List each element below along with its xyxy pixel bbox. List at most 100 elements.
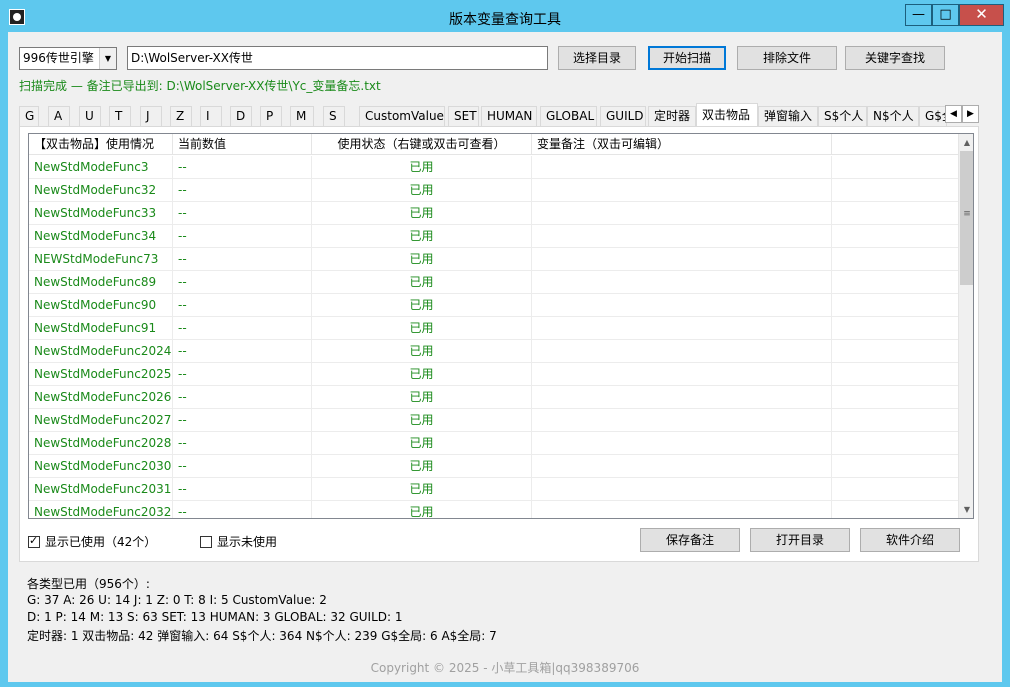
show-used-checkbox[interactable]: 显示已使用（42个） <box>28 533 156 550</box>
column-header-current-value[interactable]: 当前数值 <box>173 134 312 155</box>
cell-variable-name: NewStdModeFunc32 <box>29 179 173 202</box>
table-row[interactable]: NewStdModeFunc32 -- 已用 <box>29 179 958 202</box>
tab-t[interactable]: T <box>109 106 131 127</box>
show-unused-checkbox[interactable]: 显示未使用 <box>200 533 277 550</box>
status-text: 扫描完成 — 备注已导出到: D:\WolServer-XX传世\Yc_变量备忘… <box>19 79 381 93</box>
tab-s[interactable]: S <box>323 106 345 127</box>
about-software-button[interactable]: 软件介绍 <box>860 528 960 552</box>
keyword-search-button[interactable]: 关键字查找 <box>845 46 945 70</box>
cell-variable-name: NewStdModeFunc2026 <box>29 386 173 409</box>
tab-popup-input[interactable]: 弹窗输入 <box>758 106 818 127</box>
table-row[interactable]: NewStdModeFunc2031 -- 已用 <box>29 478 958 501</box>
tab-p[interactable]: P <box>260 106 282 127</box>
table-row[interactable]: NewStdModeFunc2026 -- 已用 <box>29 386 958 409</box>
table-row[interactable]: NewStdModeFunc2027 -- 已用 <box>29 409 958 432</box>
save-notes-button[interactable]: 保存备注 <box>640 528 740 552</box>
tab-set[interactable]: SET <box>448 106 479 127</box>
table-row[interactable]: NewStdModeFunc2032 -- 已用 <box>29 501 958 518</box>
tab-scroll-right-icon[interactable]: ▶ <box>962 105 979 123</box>
cell-current-value: -- <box>173 432 312 455</box>
cell-current-value: -- <box>173 363 312 386</box>
table-row[interactable]: NewStdModeFunc3 -- 已用 <box>29 156 958 179</box>
cell-note <box>532 225 832 248</box>
cell-usage-status: 已用 <box>312 248 532 271</box>
table-row[interactable]: NewStdModeFunc89 -- 已用 <box>29 271 958 294</box>
cell-empty <box>832 156 958 179</box>
table-row[interactable]: NewStdModeFunc33 -- 已用 <box>29 202 958 225</box>
tab-m[interactable]: M <box>290 106 314 127</box>
cell-variable-name: NewStdModeFunc3 <box>29 156 173 179</box>
select-directory-button[interactable]: 选择目录 <box>558 46 636 70</box>
vertical-scrollbar[interactable]: ▲ ≡ ▼ <box>958 134 973 518</box>
table-row[interactable]: NEWStdModeFunc73 -- 已用 <box>29 248 958 271</box>
tab-n-personal[interactable]: N$个人 <box>867 106 919 127</box>
column-header-empty <box>832 134 958 155</box>
tab-g-global[interactable]: G$全局 <box>919 106 947 127</box>
cell-usage-status: 已用 <box>312 271 532 294</box>
chevron-down-icon[interactable]: ▼ <box>99 48 116 69</box>
tab-s-personal[interactable]: S$个人 <box>818 106 867 127</box>
summary-line-1: G: 37 A: 26 U: 14 J: 1 Z: 0 T: 8 I: 5 Cu… <box>27 593 327 607</box>
tab-double-click-item[interactable]: 双击物品 <box>696 103 758 127</box>
cell-variable-name: NewStdModeFunc2030 <box>29 455 173 478</box>
open-directory-button[interactable]: 打开目录 <box>750 528 850 552</box>
cell-variable-name: NewStdModeFunc33 <box>29 202 173 225</box>
minimize-button[interactable]: — <box>905 4 932 26</box>
checkbox-unchecked-icon[interactable] <box>200 536 212 548</box>
maximize-button[interactable]: □ <box>932 4 959 26</box>
tab-g[interactable]: G <box>19 106 39 127</box>
table-row[interactable]: NewStdModeFunc2030 -- 已用 <box>29 455 958 478</box>
cell-empty <box>832 386 958 409</box>
tab-scroll-left-icon[interactable]: ◀ <box>945 105 962 123</box>
tab-d[interactable]: D <box>230 106 252 127</box>
tab-z[interactable]: Z <box>170 106 192 127</box>
cell-current-value: -- <box>173 294 312 317</box>
tab-a[interactable]: A <box>48 106 70 127</box>
cell-empty <box>832 478 958 501</box>
copyright-text: Copyright © 2025 - 小草工具箱|qq398389706 <box>370 661 640 675</box>
engine-select[interactable]: 996传世引擎 ▼ <box>19 47 117 70</box>
start-scan-button[interactable]: 开始扫描 <box>648 46 726 70</box>
summary-line-3: 定时器: 1 双击物品: 42 弹窗输入: 64 S$个人: 364 N$个人:… <box>27 629 497 643</box>
scroll-down-icon[interactable]: ▼ <box>959 501 973 518</box>
tab-human[interactable]: HUMAN <box>481 106 537 127</box>
table-row[interactable]: NewStdModeFunc90 -- 已用 <box>29 294 958 317</box>
cell-usage-status: 已用 <box>312 501 532 518</box>
grip-icon: ≡ <box>963 209 971 219</box>
cell-current-value: -- <box>173 179 312 202</box>
tab-j[interactable]: J <box>140 106 162 127</box>
column-header-status[interactable]: 使用状态（右键或双击可查看） <box>312 134 532 155</box>
exclude-files-button[interactable]: 排除文件 <box>737 46 837 70</box>
cell-variable-name: NewStdModeFunc89 <box>29 271 173 294</box>
tab-u[interactable]: U <box>79 106 101 127</box>
cell-usage-status: 已用 <box>312 455 532 478</box>
column-header-usage[interactable]: 【双击物品】使用情况 <box>29 134 173 155</box>
tab-customvalue[interactable]: CustomValue <box>359 106 445 127</box>
path-input[interactable]: D:\WolServer-XX传世 <box>127 46 548 70</box>
scroll-thumb[interactable]: ≡ <box>960 151 973 285</box>
cell-current-value: -- <box>173 202 312 225</box>
show-used-label: 显示已使用（42个） <box>45 535 157 549</box>
checkbox-checked-icon[interactable] <box>28 534 40 548</box>
cell-note <box>532 202 832 225</box>
close-button[interactable]: ✕ <box>959 4 1004 26</box>
tab-guild[interactable]: GUILD <box>600 106 646 127</box>
table-row[interactable]: NewStdModeFunc2025 -- 已用 <box>29 363 958 386</box>
cell-empty <box>832 501 958 518</box>
column-header-note[interactable]: 变量备注（双击可编辑） <box>532 134 832 155</box>
cell-usage-status: 已用 <box>312 386 532 409</box>
variable-list[interactable]: 【双击物品】使用情况 当前数值 使用状态（右键或双击可查看） 变量备注（双击可编… <box>28 133 974 519</box>
engine-select-value: 996传世引擎 <box>23 51 94 65</box>
table-row[interactable]: NewStdModeFunc2024 -- 已用 <box>29 340 958 363</box>
tab-timer[interactable]: 定时器 <box>648 106 696 127</box>
tab-global[interactable]: GLOBAL <box>540 106 597 127</box>
cell-note <box>532 409 832 432</box>
table-row[interactable]: NewStdModeFunc34 -- 已用 <box>29 225 958 248</box>
tab-i[interactable]: I <box>200 106 222 127</box>
cell-empty <box>832 179 958 202</box>
cell-current-value: -- <box>173 501 312 518</box>
title-bar[interactable]: 版本变量查询工具 — □ ✕ <box>0 0 1010 32</box>
table-row[interactable]: NewStdModeFunc91 -- 已用 <box>29 317 958 340</box>
table-row[interactable]: NewStdModeFunc2028 -- 已用 <box>29 432 958 455</box>
scroll-up-icon[interactable]: ▲ <box>959 134 973 151</box>
